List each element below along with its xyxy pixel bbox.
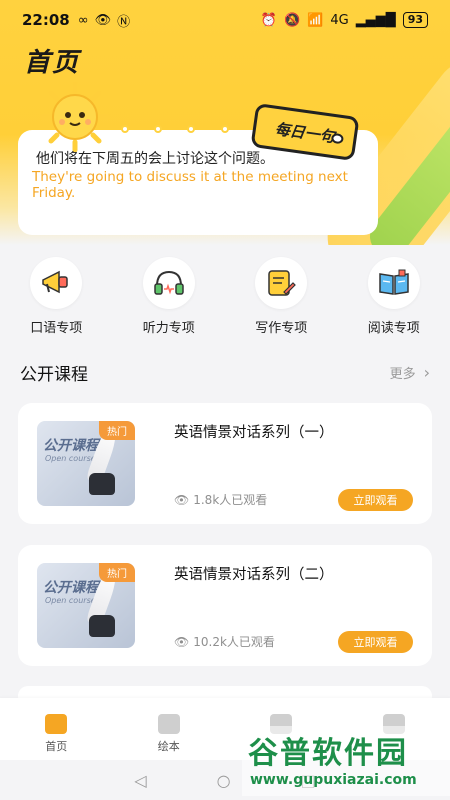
view-count: 👁 1.8k人已观看 bbox=[174, 491, 267, 508]
course-title: 英语情景对话系列（一） bbox=[174, 425, 334, 441]
eye-icon: 👁 bbox=[174, 634, 190, 649]
nav-label: 首页 bbox=[45, 740, 68, 753]
more-link[interactable]: 更多 › bbox=[390, 363, 430, 382]
more-label: 更多 bbox=[389, 367, 416, 382]
eye-icon: 👁 bbox=[174, 492, 190, 507]
quick-entry-listening[interactable]: 听力专项 bbox=[113, 257, 226, 336]
megaphone-icon bbox=[42, 270, 68, 294]
infinity-icon: ∞ bbox=[77, 12, 89, 28]
ink-bottle-icon bbox=[89, 473, 115, 495]
status-right-icons: ⏰ 🔕 📶 4G ▂▄▆█ 93 bbox=[261, 12, 428, 28]
ink-bottle-icon bbox=[89, 615, 115, 637]
back-icon[interactable]: ◁ bbox=[134, 771, 146, 790]
hot-badge: 热门 bbox=[99, 563, 135, 582]
status-bar: 22:08 ∞ 👁 Ⓝ ⏰ 🔕 📶 4G ▂▄▆█ 93 bbox=[0, 0, 450, 40]
quick-entry-speaking[interactable]: 口语专项 bbox=[0, 257, 113, 336]
chevron-right-icon: › bbox=[423, 363, 430, 382]
daily-sentence-chinese: 他们将在下周五的会上讨论这个问题。 bbox=[36, 151, 274, 167]
nfc-icon: Ⓝ bbox=[117, 14, 131, 30]
course-thumbnail: 公开课程 Open courses 热门 bbox=[37, 563, 135, 648]
signal-label: 4G bbox=[330, 12, 349, 28]
nav-label: 绘本 bbox=[157, 740, 180, 753]
quick-entry-reading[interactable]: 阅读专项 bbox=[338, 257, 450, 336]
thumb-title: 公开课程 bbox=[43, 580, 99, 596]
section-title: 公开课程 bbox=[20, 365, 88, 385]
view-count-text: 1.8k人已观看 bbox=[193, 493, 268, 507]
home-circle-icon[interactable]: ○ bbox=[217, 771, 231, 790]
home-icon bbox=[45, 714, 68, 734]
quick-entry-writing[interactable]: 写作专项 bbox=[225, 257, 338, 336]
quick-label: 阅读专项 bbox=[367, 321, 420, 336]
quick-icon-wrap bbox=[142, 257, 195, 309]
notepad-pen-icon bbox=[268, 270, 297, 296]
quick-icon-wrap bbox=[367, 257, 420, 309]
quick-label: 口语专项 bbox=[30, 321, 83, 336]
nav-item-home[interactable]: 首页 bbox=[0, 698, 113, 760]
hot-badge: 热门 bbox=[99, 421, 135, 440]
binder-ring bbox=[220, 125, 229, 133]
binder-ring bbox=[120, 125, 129, 133]
signal-bars-icon: ▂▄▆█ bbox=[355, 12, 396, 28]
binder-ring bbox=[187, 125, 196, 133]
sun-mascot-icon bbox=[40, 82, 110, 152]
binder-ring bbox=[153, 125, 162, 133]
headphones-icon bbox=[154, 270, 184, 295]
picture-book-icon bbox=[157, 714, 180, 734]
status-time: 22:08 bbox=[22, 11, 70, 29]
daily-tag-label: 每日一句 bbox=[273, 119, 336, 146]
view-count: 👁 10.2k人已观看 bbox=[174, 633, 275, 650]
quick-label: 听力专项 bbox=[142, 321, 195, 336]
view-count-text: 10.2k人已观看 bbox=[193, 635, 275, 649]
course-thumbnail: 公开课程 Open courses 热门 bbox=[37, 421, 135, 506]
quick-icon-wrap bbox=[30, 257, 83, 309]
watermark-url: www.gupuxiazai.com bbox=[250, 772, 417, 788]
wifi-icon: 📶 bbox=[307, 12, 324, 28]
mute-icon: 🔕 bbox=[283, 12, 301, 28]
nav-item-picture-books[interactable]: 绘本 bbox=[113, 698, 226, 760]
watch-now-button[interactable]: 立即观看 bbox=[338, 489, 413, 511]
quick-entry-row: 口语专项 听力专项 写作专项 阅读专项 bbox=[0, 257, 450, 336]
watermark-main: 谷普软件园 bbox=[248, 736, 408, 771]
watermark: 谷普软件园 www.gupuxiazai.com bbox=[242, 726, 450, 796]
daily-sentence-english: They're going to discuss it at the meeti… bbox=[32, 169, 348, 201]
thumb-title: 公开课程 bbox=[43, 438, 99, 454]
quick-label: 写作专项 bbox=[255, 321, 308, 336]
course-title: 英语情景对话系列（二） bbox=[174, 567, 334, 583]
course-card[interactable]: 公开课程 Open courses 热门 英语情景对话系列（二） 👁 10.2k… bbox=[18, 545, 432, 666]
course-card[interactable]: 公开课程 Open courses 热门 英语情景对话系列（一） 👁 1.8k人… bbox=[18, 403, 432, 524]
courses-section-header: 公开课程 更多 › bbox=[20, 360, 430, 385]
watch-now-button[interactable]: 立即观看 bbox=[338, 631, 413, 653]
battery-level: 93 bbox=[402, 12, 428, 28]
page-title: 首页 bbox=[24, 48, 81, 78]
open-book-icon bbox=[379, 269, 409, 295]
eye-icon: 👁 bbox=[94, 12, 112, 28]
quick-icon-wrap bbox=[255, 257, 308, 309]
alarm-icon: ⏰ bbox=[260, 12, 277, 28]
